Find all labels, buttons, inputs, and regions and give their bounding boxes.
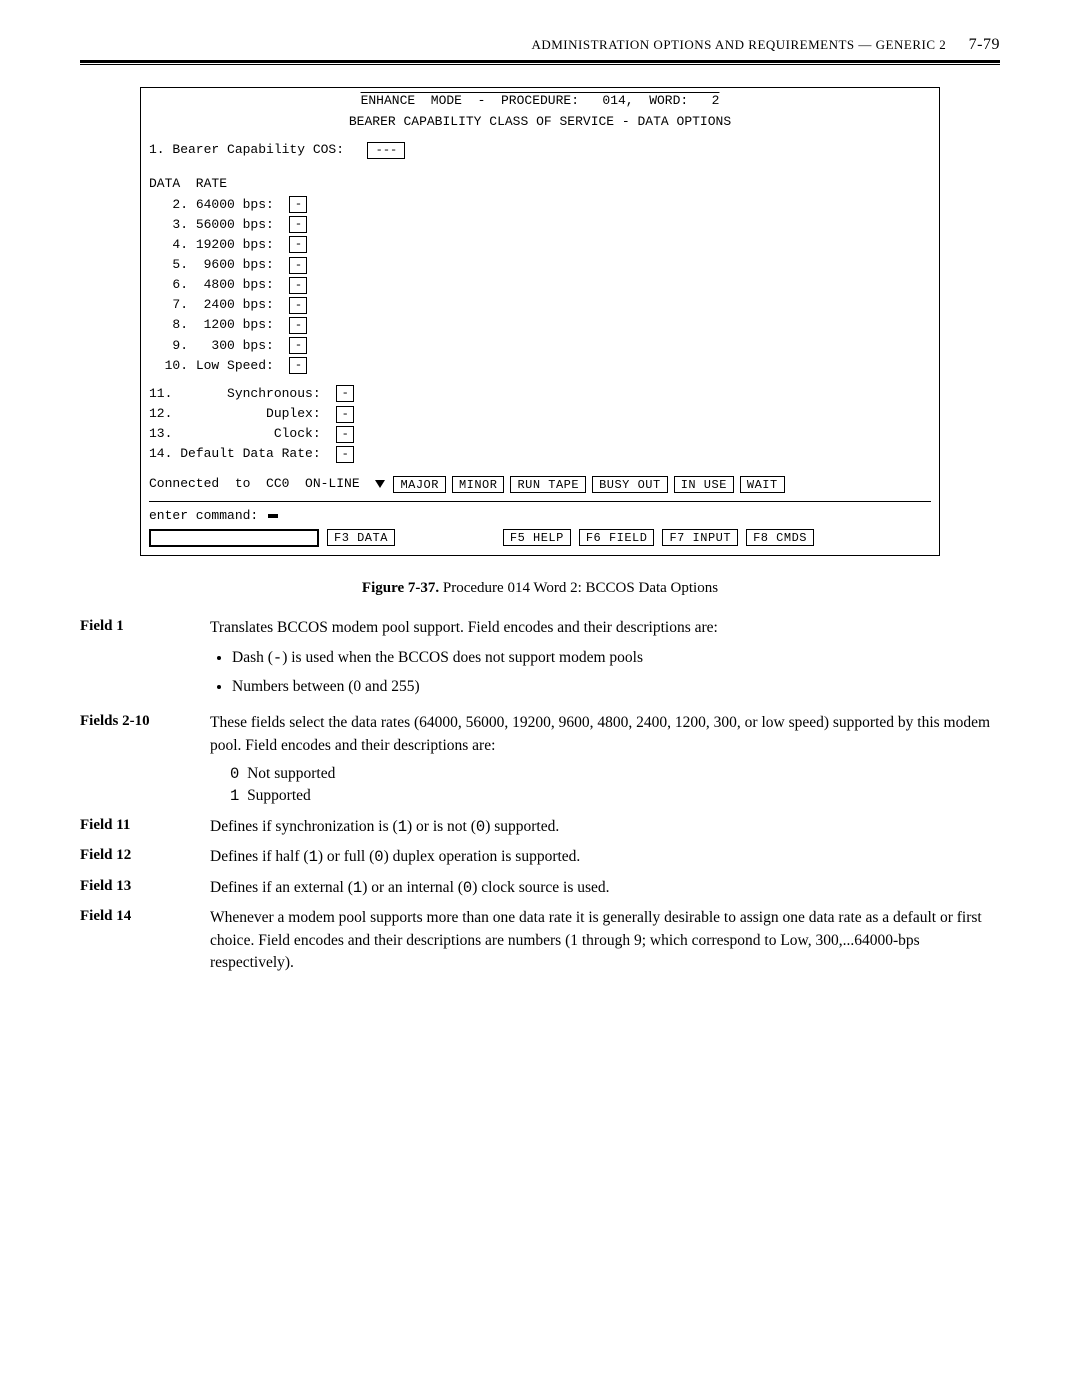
- fkey-button[interactable]: F5 HELP: [503, 529, 571, 546]
- cursor-icon: [268, 514, 278, 518]
- fkey-button[interactable]: F7 INPUT: [662, 529, 738, 546]
- extra-label: Default Data Rate:: [180, 444, 320, 464]
- page-number: 7-79: [950, 36, 1000, 54]
- running-title: ADMINISTRATION OPTIONS AND REQUIREMENTS …: [531, 37, 946, 52]
- extra-field-row: 14. Default Data Rate: -: [149, 444, 931, 464]
- data-rate-row: 10. Low Speed: -: [149, 356, 931, 376]
- header-rule: [80, 60, 1000, 65]
- status-indicator: IN USE: [674, 476, 734, 493]
- def-field1-label: Field 1: [80, 617, 210, 635]
- rate-value[interactable]: -: [289, 277, 307, 294]
- terminal-subtitle: BEARER CAPABILITY CLASS OF SERVICE - DAT…: [149, 112, 931, 132]
- figure-caption-text: Procedure 014 Word 2: BCCOS Data Options: [443, 580, 718, 596]
- rate-value[interactable]: -: [289, 196, 307, 213]
- terminal-mode-line: ENHANCE MODE - PROCEDURE: 014, WORD: 2: [149, 90, 931, 111]
- field-1-value[interactable]: ---: [367, 142, 405, 159]
- rate-label: 56000 bps:: [196, 215, 274, 235]
- running-head: ADMINISTRATION OPTIONS AND REQUIREMENTS …: [80, 36, 1000, 54]
- def-field1-body: Translates BCCOS modem pool support. Fie…: [210, 617, 1000, 704]
- extra-field-row: 11. Synchronous: -: [149, 384, 931, 404]
- rate-label: 9600 bps:: [196, 255, 274, 275]
- rate-index: 7.: [149, 295, 196, 315]
- status-row: Connected to CC0 ON-LINE MAJOR MINOR RUN T…: [149, 474, 931, 494]
- def-fields2-10-label: Fields 2-10: [80, 712, 210, 730]
- rate-label: 1200 bps:: [196, 315, 274, 335]
- status-indicator: MINOR: [452, 476, 505, 493]
- def-field13-label: Field 13: [80, 877, 210, 895]
- rate-value[interactable]: -: [289, 317, 307, 334]
- online-marker-icon: [375, 480, 385, 488]
- rate-label: 2400 bps:: [196, 295, 274, 315]
- extra-index: 11.: [149, 384, 180, 404]
- fkey-gap: [403, 529, 495, 546]
- extra-value[interactable]: -: [336, 385, 354, 402]
- enter-command-label: enter command:: [149, 506, 258, 526]
- command-divider: [149, 501, 931, 502]
- data-rate-row: 3. 56000 bps: -: [149, 215, 931, 235]
- data-rate-row: 8. 1200 bps: -: [149, 315, 931, 335]
- status-indicator: BUSY OUT: [592, 476, 668, 493]
- rate-index: 6.: [149, 275, 196, 295]
- rate-value[interactable]: -: [289, 216, 307, 233]
- rate-label: 4800 bps:: [196, 275, 274, 295]
- rate-value[interactable]: -: [289, 236, 307, 253]
- rate-value[interactable]: -: [289, 297, 307, 314]
- figure-caption: Figure 7-37. Procedure 014 Word 2: BCCOS…: [80, 580, 1000, 597]
- status-indicator: RUN TAPE: [510, 476, 586, 493]
- data-rate-row: 4. 19200 bps: -: [149, 235, 931, 255]
- extra-value[interactable]: -: [336, 426, 354, 443]
- def-field11-body: Defines if synchronization is (1) or is …: [210, 816, 1000, 838]
- extra-index: 12.: [149, 404, 180, 424]
- fkey-button[interactable]: F6 FIELD: [579, 529, 655, 546]
- rate-index: 4.: [149, 235, 196, 255]
- command-input[interactable]: [149, 529, 319, 547]
- extra-label: Clock:: [180, 424, 320, 444]
- rate-index: 2.: [149, 195, 196, 215]
- data-rate-heading: DATA RATE: [149, 174, 931, 194]
- def-field14-body: Whenever a modem pool supports more than…: [210, 907, 1000, 974]
- extra-label: Synchronous:: [180, 384, 320, 404]
- rate-label: Low Speed:: [196, 356, 274, 376]
- rate-label: 19200 bps:: [196, 235, 274, 255]
- rate-index: 8.: [149, 315, 196, 335]
- rate-index: 10.: [149, 356, 196, 376]
- field-1-row: 1. Bearer Capability COS: ---: [149, 140, 931, 160]
- rate-label: 64000 bps:: [196, 195, 274, 215]
- rate-index: 3.: [149, 215, 196, 235]
- data-rate-row: 5. 9600 bps: -: [149, 255, 931, 275]
- rate-value[interactable]: -: [289, 337, 307, 354]
- def-fields2-10-body: These fields select the data rates (6400…: [210, 712, 1000, 808]
- extra-index: 13.: [149, 424, 180, 444]
- status-prefix: Connected to CC0 ON-LINE: [149, 474, 367, 494]
- status-indicator: MAJOR: [393, 476, 446, 493]
- rate-value[interactable]: -: [289, 257, 307, 274]
- def-field13-body: Defines if an external (1) or an interna…: [210, 877, 1000, 899]
- data-rate-row: 7. 2400 bps: -: [149, 295, 931, 315]
- extra-field-row: 12. Duplex: -: [149, 404, 931, 424]
- rate-value[interactable]: -: [289, 357, 307, 374]
- extra-field-row: 13. Clock: -: [149, 424, 931, 444]
- data-rate-row: 9. 300 bps: -: [149, 336, 931, 356]
- def-field11-label: Field 11: [80, 816, 210, 834]
- extra-value[interactable]: -: [336, 406, 354, 423]
- extra-index: 14.: [149, 444, 180, 464]
- rate-index: 5.: [149, 255, 196, 275]
- extra-label: Duplex:: [180, 404, 320, 424]
- rate-label: 300 bps:: [196, 336, 274, 356]
- field-1-label: 1. Bearer Capability COS:: [149, 140, 344, 160]
- fkey-button[interactable]: F3 DATA: [327, 529, 395, 546]
- figure-label: Figure 7-37.: [362, 580, 439, 596]
- def-field12-body: Defines if half (1) or full (0) duplex o…: [210, 846, 1000, 868]
- def-field12-label: Field 12: [80, 846, 210, 864]
- terminal-window: ENHANCE MODE - PROCEDURE: 014, WORD: 2 B…: [140, 87, 940, 556]
- def-field14-label: Field 14: [80, 907, 210, 925]
- fkey-button[interactable]: F8 CMDS: [746, 529, 814, 546]
- extra-value[interactable]: -: [336, 446, 354, 463]
- data-rate-row: 6. 4800 bps: -: [149, 275, 931, 295]
- rate-index: 9.: [149, 336, 196, 356]
- data-rate-row: 2. 64000 bps: -: [149, 195, 931, 215]
- status-indicator: WAIT: [740, 476, 785, 493]
